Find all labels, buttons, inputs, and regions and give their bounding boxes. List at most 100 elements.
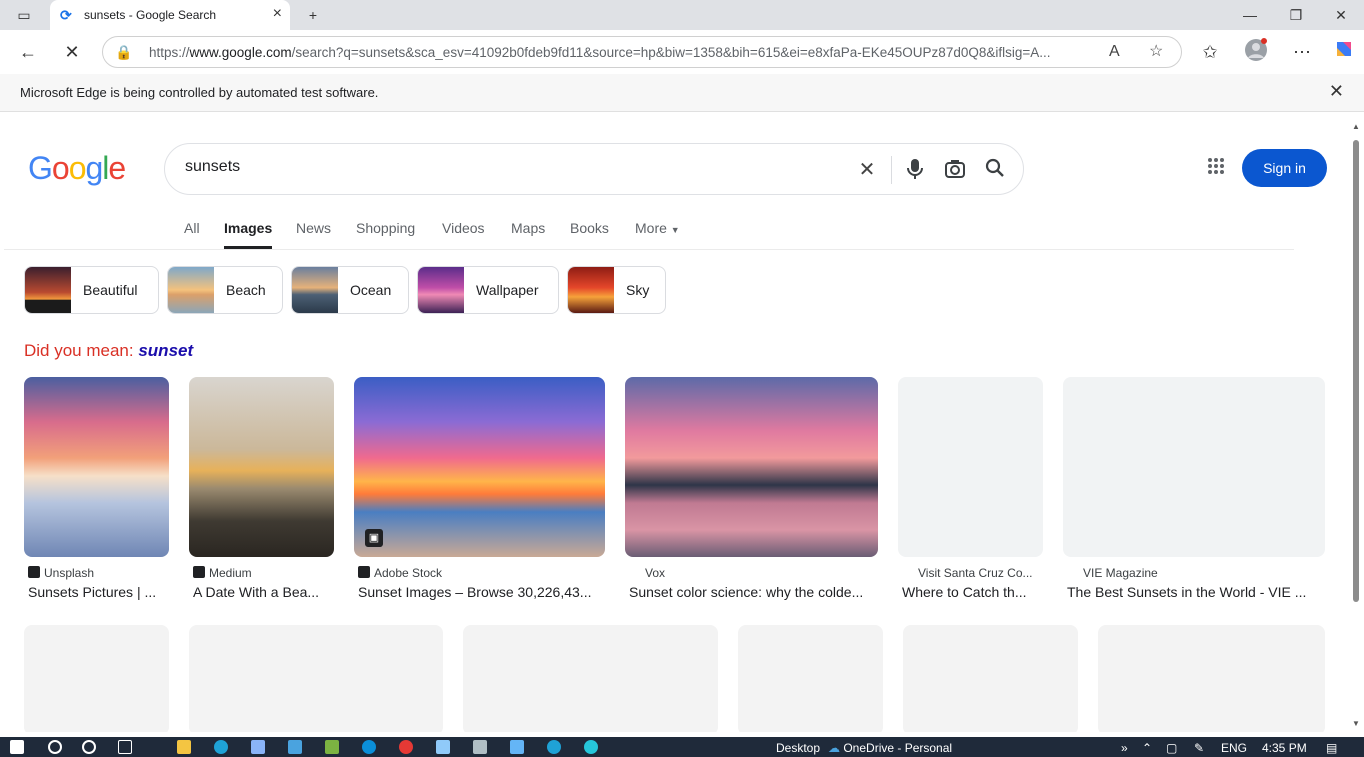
app-icon[interactable]	[436, 740, 450, 754]
app-icon[interactable]	[325, 740, 339, 754]
file-explorer-icon[interactable]	[177, 740, 191, 754]
tray-device-icon[interactable]: ▢	[1166, 741, 1177, 755]
tab-shopping[interactable]: Shopping	[356, 220, 415, 236]
result-source[interactable]: Adobe Stock	[358, 566, 603, 580]
infobar-message: Microsoft Edge is being controlled by au…	[20, 85, 379, 100]
scrollbar-thumb[interactable]	[1353, 140, 1359, 602]
result-title[interactable]: Where to Catch th...	[902, 584, 1042, 600]
minimize-icon[interactable]: —	[1227, 0, 1273, 30]
chip-label: Beautiful	[83, 282, 138, 298]
scroll-down-icon[interactable]: ▼	[1352, 719, 1360, 728]
sign-in-button[interactable]: Sign in	[1242, 149, 1327, 187]
chip-sky[interactable]: Sky	[567, 266, 666, 314]
favorites-icon[interactable]: ✩	[1196, 38, 1224, 66]
task-view-icon[interactable]	[118, 740, 132, 754]
app-icon[interactable]	[288, 740, 302, 754]
close-infobar-icon[interactable]: ✕	[1329, 82, 1344, 100]
tray-up-icon[interactable]: ⌃	[1142, 741, 1152, 755]
app-icon[interactable]	[251, 740, 265, 754]
edge-icon[interactable]	[547, 740, 561, 754]
site-info-icon[interactable]: 🔒	[115, 44, 132, 60]
tab-images[interactable]: Images	[224, 220, 272, 236]
tab-news[interactable]: News	[296, 220, 331, 236]
result-image-placeholder[interactable]	[898, 377, 1043, 557]
lens-camera-icon[interactable]	[943, 158, 967, 182]
result-image[interactable]	[189, 377, 334, 557]
app-icon[interactable]	[510, 740, 524, 754]
chip-beautiful[interactable]: Beautiful	[24, 266, 159, 314]
result-source[interactable]: Medium	[193, 566, 333, 580]
tab-videos[interactable]: Videos	[442, 220, 485, 236]
result-image-placeholder[interactable]	[24, 625, 169, 732]
skype-icon[interactable]	[362, 740, 376, 754]
result-title[interactable]: Sunset Images – Browse 30,226,43...	[358, 584, 603, 600]
close-tab-icon[interactable]: ×	[273, 6, 282, 22]
pen-icon[interactable]: ✎	[1194, 741, 1204, 755]
notifications-icon[interactable]: ▤	[1326, 741, 1337, 755]
chip-label: Sky	[626, 282, 650, 298]
search-icon[interactable]	[48, 740, 62, 754]
taskbar: Desktop ☁ OneDrive - Personal » ⌃ ▢ ✎ EN…	[0, 737, 1364, 757]
overflow-chevron-icon[interactable]: »	[1121, 741, 1128, 755]
chip-beach[interactable]: Beach	[167, 266, 283, 314]
result-title[interactable]: The Best Sunsets in the World - VIE ...	[1067, 584, 1322, 600]
tab-actions-icon[interactable]: ▭	[0, 0, 48, 30]
clear-search-icon[interactable]: ✕	[855, 158, 879, 182]
result-image-placeholder[interactable]	[1098, 625, 1325, 732]
result-image-placeholder[interactable]	[189, 625, 443, 732]
language-indicator[interactable]: ENG	[1221, 741, 1247, 755]
profile-avatar[interactable]	[1242, 38, 1270, 66]
result-source[interactable]: Visit Santa Cruz Co...	[918, 566, 1043, 580]
search-icon[interactable]	[983, 158, 1007, 182]
chip-wallpaper[interactable]: Wallpaper	[417, 266, 559, 314]
search-input[interactable]	[185, 158, 825, 176]
result-image-placeholder[interactable]	[1063, 377, 1325, 557]
desktop-label[interactable]: Desktop	[776, 741, 820, 755]
onedrive-icon: ☁	[828, 741, 840, 755]
result-image[interactable]	[625, 377, 878, 557]
tab-all[interactable]: All	[184, 220, 200, 236]
spelling-suggestion-link[interactable]: sunset	[138, 341, 193, 360]
result-title[interactable]: Sunset color science: why the colde...	[629, 584, 877, 600]
microphone-icon[interactable]	[903, 158, 927, 182]
result-image[interactable]	[24, 377, 169, 557]
clock[interactable]: 4:35 PM	[1262, 741, 1307, 755]
google-logo[interactable]: Google	[28, 150, 126, 187]
windows-start-icon[interactable]	[10, 740, 24, 754]
vertical-scrollbar[interactable]: ▲ ▼	[1348, 116, 1364, 732]
back-icon[interactable]: ←	[14, 38, 42, 66]
read-aloud-icon[interactable]: A	[1109, 43, 1120, 61]
tab-more[interactable]: More ▼	[635, 220, 680, 236]
app-icon[interactable]	[473, 740, 487, 754]
edge-icon[interactable]	[214, 740, 228, 754]
tab-maps[interactable]: Maps	[511, 220, 545, 236]
search-divider	[891, 156, 892, 184]
onedrive-label[interactable]: ☁ OneDrive - Personal	[828, 741, 952, 755]
tab-books[interactable]: Books	[570, 220, 609, 236]
result-source[interactable]: VIE Magazine	[1083, 566, 1323, 580]
favorite-star-icon[interactable]: ☆	[1149, 43, 1163, 61]
edge-active-icon[interactable]	[584, 740, 598, 754]
result-title[interactable]: Sunsets Pictures | ...	[28, 584, 168, 600]
stop-loading-icon[interactable]: ✕	[58, 38, 86, 66]
result-source[interactable]: Unsplash	[28, 566, 168, 580]
restore-icon[interactable]: ❐	[1273, 0, 1319, 30]
result-image-placeholder[interactable]	[738, 625, 883, 732]
cortana-icon[interactable]	[82, 740, 96, 754]
address-bar[interactable]: 🔒 https://www.google.com/search?q=sunset…	[102, 36, 1182, 68]
copilot-icon[interactable]	[1330, 38, 1358, 66]
google-apps-icon[interactable]	[1207, 157, 1231, 181]
close-window-icon[interactable]: ✕	[1318, 0, 1364, 30]
scroll-up-icon[interactable]: ▲	[1352, 122, 1360, 131]
app-icon[interactable]	[399, 740, 413, 754]
result-source[interactable]: Vox	[645, 566, 875, 580]
result-title[interactable]: A Date With a Bea...	[193, 584, 333, 600]
chip-ocean[interactable]: Ocean	[291, 266, 409, 314]
result-image-placeholder[interactable]	[463, 625, 718, 732]
result-image-placeholder[interactable]	[903, 625, 1078, 732]
settings-more-icon[interactable]: ⋯	[1288, 38, 1316, 66]
url-text[interactable]: https://www.google.com/search?q=sunsets&…	[149, 45, 1099, 61]
result-image[interactable]: ▣	[354, 377, 605, 557]
new-tab-icon[interactable]: +	[290, 0, 336, 30]
tab-active[interactable]: ⟳ sunsets - Google Search ×	[50, 0, 290, 30]
